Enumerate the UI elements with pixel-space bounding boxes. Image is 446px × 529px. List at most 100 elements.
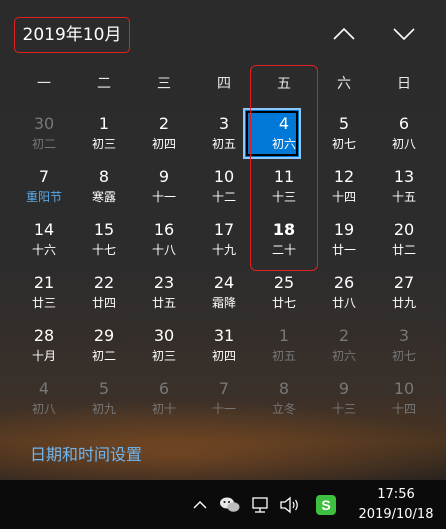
lunar-date: 廿三 xyxy=(31,296,56,310)
lunar-date: 十八 xyxy=(151,243,176,257)
calendar-day[interactable]: 4 初八 xyxy=(14,371,74,424)
day-number: 16 xyxy=(153,220,175,239)
input-method-tray-button[interactable]: S xyxy=(314,494,338,516)
day-number: 20 xyxy=(393,220,415,239)
calendar-day[interactable]: 6 初八 xyxy=(374,106,434,159)
calendar-day[interactable]: 23 廿五 xyxy=(134,265,194,318)
calendar-day[interactable]: 19 廿一 xyxy=(314,212,374,265)
calendar-day[interactable]: 31 初四 xyxy=(194,318,254,371)
calendar-day[interactable]: 7 重阳节 xyxy=(14,159,74,212)
day-number: 29 xyxy=(93,326,115,345)
calendar-day[interactable]: 8 寒露 xyxy=(74,159,134,212)
day-number: 28 xyxy=(33,326,55,345)
day-number: 5 xyxy=(338,114,350,133)
day-number: 8 xyxy=(278,379,290,398)
calendar-day[interactable]: 2 初六 xyxy=(314,318,374,371)
calendar-grid: 30 初二 1 初三 2 初四 3 初五 4 初六 5 初七 6 初八 7 重阳节 8 寒露 9 十一 10 十二 11 十三… xyxy=(14,106,434,426)
calendar-day[interactable]: 29 初二 xyxy=(74,318,134,371)
calendar-day[interactable]: 10 十四 xyxy=(374,371,434,424)
calendar-day[interactable]: 28 十月 xyxy=(14,318,74,371)
calendar-day[interactable]: 12 十四 xyxy=(314,159,374,212)
day-number: 4 xyxy=(38,379,50,398)
weekday-label: 日 xyxy=(397,76,411,92)
calendar-day[interactable]: 15 十七 xyxy=(74,212,134,265)
sogou-input-icon: S xyxy=(316,495,336,515)
lunar-date: 十三 xyxy=(331,402,356,416)
day-number: 14 xyxy=(33,220,55,239)
calendar-day[interactable]: 7 十一 xyxy=(194,371,254,424)
calendar-day[interactable]: 14 十六 xyxy=(14,212,74,265)
day-number: 18 xyxy=(272,220,296,239)
calendar-day[interactable]: 2 初四 xyxy=(134,106,194,159)
calendar-day[interactable]: 30 初二 xyxy=(14,106,74,159)
calendar-day[interactable]: 27 廿九 xyxy=(374,265,434,318)
lunar-date: 廿一 xyxy=(331,243,356,257)
calendar-day[interactable]: 5 初九 xyxy=(74,371,134,424)
calendar-day[interactable]: 11 十三 xyxy=(254,159,314,212)
calendar-day[interactable]: 9 十一 xyxy=(134,159,194,212)
calendar-day[interactable]: 3 初七 xyxy=(374,318,434,371)
taskbar-clock[interactable]: 17:56 2019/10/18 xyxy=(350,485,442,525)
network-tray-button[interactable] xyxy=(248,494,272,516)
month-title-button[interactable]: 2019年10月 xyxy=(14,17,130,53)
calendar-day[interactable]: 6 初十 xyxy=(134,371,194,424)
day-number: 2 xyxy=(338,326,350,345)
previous-month-button[interactable] xyxy=(328,20,360,48)
lunar-date: 初五 xyxy=(271,349,296,363)
day-number: 2 xyxy=(158,114,170,133)
calendar-day[interactable]: 16 十八 xyxy=(134,212,194,265)
lunar-date: 初六 xyxy=(331,349,356,363)
weekday-label: 六 xyxy=(337,76,351,92)
calendar-day[interactable]: 8 立冬 xyxy=(254,371,314,424)
day-number: 27 xyxy=(393,273,415,292)
lunar-date: 初七 xyxy=(331,137,356,151)
calendar-day-today[interactable]: 18 二十 xyxy=(254,212,314,265)
lunar-date: 廿二 xyxy=(391,243,416,257)
day-number: 12 xyxy=(333,167,355,186)
lunar-date: 十四 xyxy=(391,402,416,416)
calendar-day[interactable]: 26 廿八 xyxy=(314,265,374,318)
chevron-up-icon xyxy=(333,27,355,40)
calendar-day[interactable]: 9 十三 xyxy=(314,371,374,424)
day-number: 4 xyxy=(278,114,290,133)
day-number: 1 xyxy=(278,326,290,345)
lunar-date: 初八 xyxy=(31,402,56,416)
calendar-day[interactable]: 24 霜降 xyxy=(194,265,254,318)
calendar-day[interactable]: 20 廿二 xyxy=(374,212,434,265)
calendar-day[interactable]: 3 初五 xyxy=(194,106,254,159)
calendar-day[interactable]: 17 十九 xyxy=(194,212,254,265)
calendar-day[interactable]: 5 初七 xyxy=(314,106,374,159)
wechat-tray-button[interactable] xyxy=(218,494,242,516)
calendar-day[interactable]: 4 初六 xyxy=(254,106,314,159)
lunar-date: 二十 xyxy=(271,243,296,257)
day-number: 31 xyxy=(213,326,235,345)
calendar-day[interactable]: 13 十五 xyxy=(374,159,434,212)
show-hidden-icons-button[interactable] xyxy=(190,494,210,516)
weekday-label: 二 xyxy=(97,76,111,92)
calendar-day[interactable]: 25 廿七 xyxy=(254,265,314,318)
clock-time: 17:56 xyxy=(377,487,415,502)
date-time-settings-link[interactable]: 日期和时间设置 xyxy=(30,441,142,465)
calendar-day[interactable]: 22 廿四 xyxy=(74,265,134,318)
lunar-date: 十四 xyxy=(331,190,356,204)
day-number: 11 xyxy=(273,167,295,186)
next-month-button[interactable] xyxy=(388,20,420,48)
calendar-day[interactable]: 10 十二 xyxy=(194,159,254,212)
lunar-date: 初六 xyxy=(271,137,296,151)
lunar-date: 初九 xyxy=(91,402,116,416)
calendar-day[interactable]: 21 廿三 xyxy=(14,265,74,318)
lunar-date: 十月 xyxy=(31,349,56,363)
day-number: 7 xyxy=(38,167,50,186)
volume-tray-button[interactable] xyxy=(278,494,302,516)
lunar-date: 十一 xyxy=(151,190,176,204)
day-number: 30 xyxy=(153,326,175,345)
calendar-day[interactable]: 30 初三 xyxy=(134,318,194,371)
day-number: 21 xyxy=(33,273,55,292)
lunar-date: 初二 xyxy=(31,137,56,151)
calendar-day[interactable]: 1 初三 xyxy=(74,106,134,159)
calendar-day[interactable]: 1 初五 xyxy=(254,318,314,371)
lunar-date: 重阳节 xyxy=(25,190,62,204)
lunar-date: 初四 xyxy=(211,349,236,363)
speaker-icon xyxy=(280,496,298,514)
day-number: 9 xyxy=(338,379,350,398)
